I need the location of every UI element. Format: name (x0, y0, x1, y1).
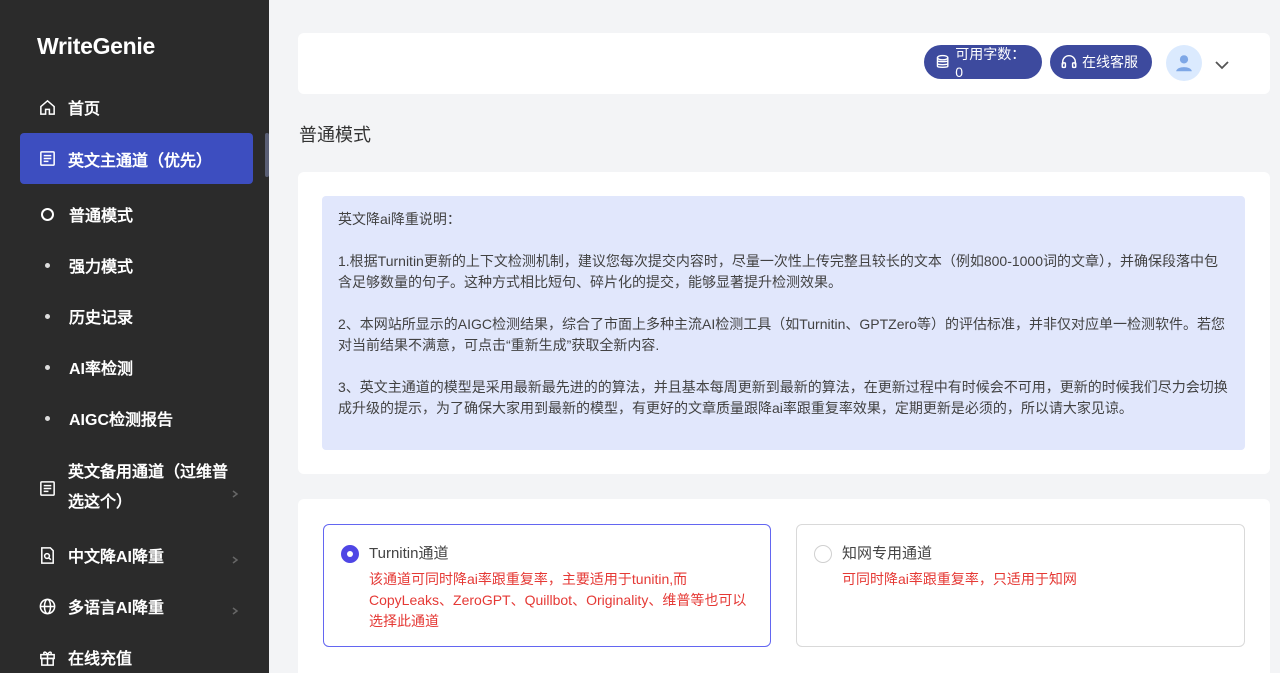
radio-selected-icon[interactable] (341, 545, 359, 563)
online-service-button[interactable]: 在线客服 (1050, 45, 1152, 79)
sidebar-item-label: 英文主通道（优先） (68, 152, 213, 170)
sidebar-item-label: 首页 (68, 101, 101, 118)
notice-paragraph-1: 1.根据Turnitin更新的上下文检测机制，建议您每次提交内容时，尽量一次性上… (338, 253, 1219, 290)
channel-selector: Turnitin通道 该通道可同时降ai率跟重复率，主要适用于tunitin,而… (298, 499, 1270, 673)
chevron-right-icon (231, 602, 239, 615)
chevron-right-icon (231, 485, 239, 498)
sidebar-subitem-label: AIGC检测报告 (69, 412, 174, 429)
available-words-label: 可用字数：0 (955, 46, 1026, 80)
notice-box: 英文降ai降重说明： 1.根据Turnitin更新的上下文检测机制，建议您每次提… (322, 196, 1245, 450)
sidebar-item-label: 在线充值 (68, 651, 133, 668)
sidebar-subitem-ai-detect[interactable]: AI率检测 (20, 347, 253, 387)
sidebar-subitem-normal[interactable]: 普通模式 (20, 194, 253, 234)
sidebar-subitem-strong[interactable]: 强力模式 (20, 245, 253, 285)
bullet-icon (40, 262, 69, 268)
sidebar-item-multi-lang[interactable]: 多语言AI降重 (20, 586, 253, 626)
user-menu-chevron[interactable] (1214, 57, 1230, 70)
headset-icon (1061, 54, 1077, 69)
app-logo: WriteGenie (37, 33, 155, 59)
sidebar-item-home[interactable]: 首页 (20, 87, 253, 127)
sidebar-item-en-backup[interactable]: 英文备用通道（过维普选这个） (20, 458, 253, 520)
sidebar: WriteGenie 首页 英文主通道（优先） 普通模式 强力模式 历史记录 A… (0, 0, 269, 673)
channel-option-turnitin[interactable]: Turnitin通道 该通道可同时降ai率跟重复率，主要适用于tunitin,而… (323, 524, 771, 647)
coins-icon (936, 54, 949, 68)
sidebar-scroll-indicator[interactable] (265, 133, 269, 177)
sidebar-item-recharge[interactable]: 在线充值 (20, 637, 253, 673)
sidebar-subitem-aigc-report[interactable]: AIGC检测报告 (20, 398, 253, 438)
home-icon (37, 97, 57, 117)
sidebar-item-label: 中文降AI降重 (68, 549, 165, 566)
sidebar-subitem-label: 普通模式 (69, 208, 134, 225)
channel-title: Turnitin通道 (369, 545, 449, 562)
sidebar-item-label: 英文备用通道（过维普选这个） (68, 464, 229, 511)
channel-option-cnki[interactable]: 知网专用通道 可同时降ai率跟重复率，只适用于知网 (796, 524, 1245, 647)
notice-card: 英文降ai降重说明： 1.根据Turnitin更新的上下文检测机制，建议您每次提… (298, 172, 1270, 474)
radio-unselected-icon[interactable] (814, 545, 832, 563)
sidebar-subitem-label: 历史记录 (69, 310, 134, 327)
avatar[interactable] (1166, 45, 1202, 81)
channel-title: 知网专用通道 (842, 545, 933, 562)
bullet-icon (40, 364, 69, 370)
globe-icon (37, 596, 57, 616)
gift-icon (37, 647, 57, 667)
sidebar-item-label: 多语言AI降重 (68, 600, 165, 617)
active-dot-icon (40, 207, 69, 221)
channel-description: 可同时降ai率跟重复率，只适用于知网 (842, 571, 1077, 587)
document-icon (37, 478, 57, 498)
top-header: 可用字数：0 在线客服 (298, 33, 1270, 94)
online-service-label: 在线客服 (1082, 54, 1138, 70)
bullet-icon (40, 415, 69, 421)
notice-heading: 英文降ai降重说明： (338, 211, 461, 227)
chevron-right-icon (231, 551, 239, 564)
sidebar-subitem-history[interactable]: 历史记录 (20, 296, 253, 336)
channel-description: 该通道可同时降ai率跟重复率，主要适用于tunitin,而CopyLeaks、Z… (369, 571, 747, 629)
bullet-icon (40, 313, 69, 319)
user-icon (1176, 55, 1192, 72)
sidebar-subitem-label: AI率检测 (69, 361, 134, 378)
document-icon (37, 149, 57, 169)
notice-paragraph-3: 3、英文主通道的模型是采用最新最先进的的算法，并且基本每周更新到最新的算法，在更… (338, 379, 1228, 416)
sidebar-item-en-main[interactable]: 英文主通道（优先） (20, 133, 253, 184)
available-words-button[interactable]: 可用字数：0 (924, 45, 1042, 80)
notice-paragraph-2: 2、本网站所显示的AIGC检测结果，综合了市面上多种主流AI检测工具（如Turn… (338, 316, 1225, 353)
sidebar-item-zh-reduce[interactable]: 中文降AI降重 (20, 535, 253, 575)
page-title: 普通模式 (299, 125, 371, 145)
chevron-down-icon (1215, 61, 1229, 70)
search-document-icon (37, 545, 57, 565)
sidebar-subitem-label: 强力模式 (69, 259, 134, 276)
